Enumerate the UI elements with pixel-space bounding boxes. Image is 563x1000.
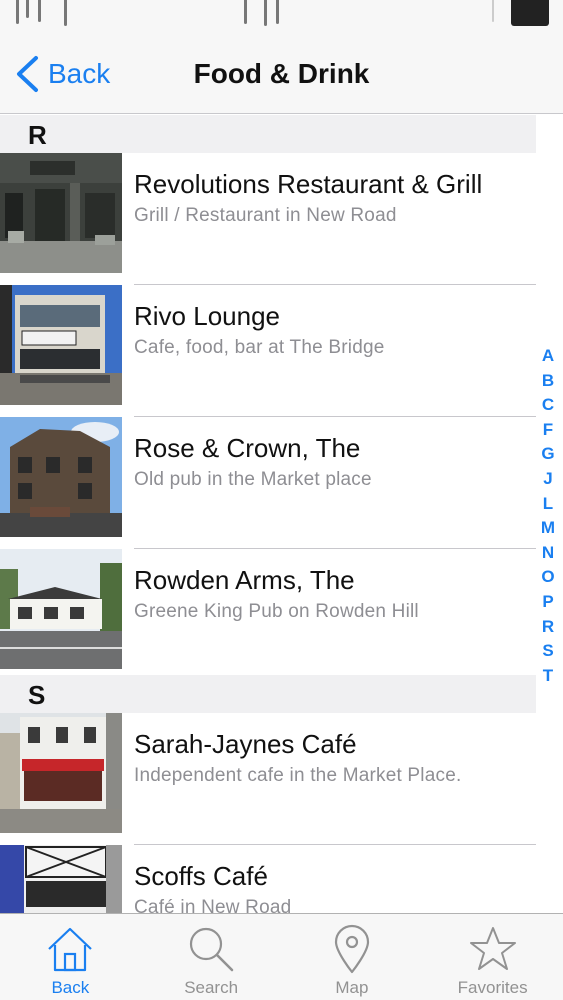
index-letter[interactable]: O <box>541 565 554 590</box>
tab-label: Search <box>184 978 239 997</box>
tab-search[interactable]: Search <box>141 914 282 1000</box>
index-letter[interactable]: F <box>543 418 553 443</box>
section-header-r: R <box>0 115 536 153</box>
tab-bar: Back Search Map Favorites <box>0 913 563 1000</box>
list-item[interactable]: Revolutions Restaurant & Grill Grill / R… <box>0 153 536 285</box>
index-letter[interactable]: M <box>541 516 555 541</box>
section-header-s: S <box>0 675 536 713</box>
status-mark <box>26 0 29 18</box>
item-subtitle: Cafe, food, bar at The Bridge <box>134 337 385 358</box>
tab-label: Map <box>335 978 369 997</box>
restaurant-photo <box>0 153 122 273</box>
status-mark <box>276 0 279 24</box>
cafe-photo <box>0 845 122 913</box>
item-title: Revolutions Restaurant & Grill <box>134 169 483 199</box>
tab-back[interactable]: Back <box>0 914 141 1000</box>
cafe-photo <box>0 713 122 833</box>
item-subtitle: Greene King Pub on Rowden Hill <box>134 601 419 622</box>
item-title: Sarah-Jaynes Café <box>134 729 357 759</box>
item-title: Rowden Arms, The <box>134 565 355 595</box>
star-icon <box>469 927 516 970</box>
status-mark <box>492 0 494 22</box>
tab-label: Back <box>51 978 90 997</box>
index-letter[interactable]: J <box>543 467 552 492</box>
index-letter[interactable]: A <box>542 344 554 369</box>
index-letter[interactable]: L <box>543 492 553 517</box>
status-bar <box>0 0 563 30</box>
navigation-bar: Back Food & Drink <box>0 30 563 114</box>
list-item[interactable]: Scoffs Café Café in New Road <box>0 845 536 913</box>
index-letter[interactable]: P <box>542 590 553 615</box>
search-icon <box>190 927 234 972</box>
section-index[interactable]: A B C F G J L M N O P R S T <box>539 344 557 688</box>
battery-icon <box>511 0 549 26</box>
status-mark <box>264 0 267 26</box>
index-letter[interactable]: G <box>541 442 554 467</box>
tab-label: Favorites <box>457 978 528 997</box>
home-icon <box>48 927 93 972</box>
status-mark <box>16 0 19 24</box>
list-item[interactable]: Rowden Arms, The Greene King Pub on Rowd… <box>0 549 536 681</box>
tab-favorites[interactable]: Favorites <box>422 914 563 1000</box>
item-title: Rivo Lounge <box>134 301 280 331</box>
list-item[interactable]: Rivo Lounge Cafe, food, bar at The Bridg… <box>0 285 536 417</box>
index-letter[interactable]: S <box>542 639 553 664</box>
index-letter[interactable]: N <box>542 541 554 566</box>
places-list[interactable]: R Revolutions Restaurant & Grill Grill /… <box>0 115 563 913</box>
index-letter[interactable]: C <box>542 393 554 418</box>
status-mark <box>244 0 247 24</box>
item-title: Scoffs Café <box>134 861 268 891</box>
index-letter[interactable]: B <box>542 369 554 394</box>
item-subtitle: Café in New Road <box>134 897 292 913</box>
list-item[interactable]: Rose & Crown, The Old pub in the Market … <box>0 417 536 549</box>
index-letter[interactable]: T <box>543 664 553 689</box>
page-title: Food & Drink <box>193 58 370 89</box>
pub-photo <box>0 549 122 669</box>
pub-photo <box>0 417 122 537</box>
item-subtitle: Independent cafe in the Market Place. <box>134 765 462 786</box>
item-subtitle: Grill / Restaurant in New Road <box>134 205 397 226</box>
item-subtitle: Old pub in the Market place <box>134 469 372 490</box>
map-pin-icon <box>334 924 369 974</box>
section-letter: R <box>28 120 47 150</box>
lounge-photo <box>0 285 122 405</box>
status-mark <box>64 0 67 26</box>
index-letter[interactable]: R <box>542 615 554 640</box>
list-item[interactable]: Sarah-Jaynes Café Independent cafe in th… <box>0 713 536 845</box>
tab-map[interactable]: Map <box>282 914 423 1000</box>
section-letter: S <box>28 680 46 710</box>
item-title: Rose & Crown, The <box>134 433 361 463</box>
status-mark <box>38 0 41 22</box>
